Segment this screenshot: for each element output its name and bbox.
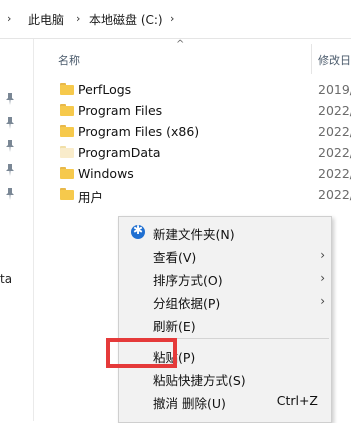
breadcrumb-local-disk[interactable]: 本地磁盘 (C:) [89,11,163,28]
file-name: ProgramData [78,145,161,160]
folder-icon [60,188,74,200]
folder-icon [60,167,74,179]
column-header-name[interactable]: 名称 [58,52,80,68]
menu-item-label: 查看(V) [153,250,197,265]
menu-item-label: 刷新(E) [153,319,196,334]
menu-item-paste-shortcut[interactable]: 粘贴快捷方式(S) [119,366,331,390]
file-row[interactable]: PerfLogs 2019/ [54,79,351,100]
file-row[interactable]: 用户 2022/ [54,184,351,205]
menu-item-sort-by[interactable]: 排序方式(O) › [119,266,331,290]
new-folder-icon: ✱ [131,223,145,239]
menu-item-group-by[interactable]: 分组依据(P) › [119,289,331,313]
sort-up-icon: ^ [176,39,185,50]
chevron-right-icon: › [320,248,325,262]
pin-icon[interactable] [5,93,15,105]
context-menu: ✱ 新建文件夹(N) 查看(V) › 排序方式(O) › 分组依据(P) › 刷… [118,216,332,423]
file-row[interactable]: Windows 2022/ [54,163,351,184]
file-date: 2019/ [318,82,351,97]
file-date: 2022/ [318,124,351,139]
file-date: 2022/ [318,103,351,118]
file-name: PerfLogs [78,82,132,97]
menu-item-label: 撤消 删除(U) [153,396,226,411]
menu-item-refresh[interactable]: 刷新(E) [119,312,331,336]
menu-item-label: 分组依据(P) [153,296,221,311]
column-header-date[interactable]: 修改日 [318,52,351,68]
breadcrumb-separator-icon[interactable]: › [7,12,11,25]
breadcrumb-expand-icon[interactable]: › [170,12,174,25]
menu-item-shortcut: Ctrl+Z [276,393,318,408]
navigation-pane: ta [0,39,34,421]
folder-icon [60,83,74,95]
breadcrumb-this-pc[interactable]: 此电脑 [28,11,64,28]
folder-icon [60,125,74,137]
chevron-right-icon: › [320,271,325,285]
folder-icon [60,146,74,158]
pin-icon[interactable] [5,117,15,129]
file-row[interactable]: Program Files (x86) 2022/ [54,121,351,142]
breadcrumb-separator-icon[interactable]: › [76,12,80,25]
nav-item-label[interactable]: ta [0,272,12,286]
file-date: 2022/ [318,166,351,181]
file-name: Program Files [78,103,163,118]
breadcrumb: › 此电脑 › 本地磁盘 (C:) › [0,0,351,39]
menu-item-label: 排序方式(O) [153,273,223,288]
file-row[interactable]: Program Files 2022/ [54,100,351,121]
file-name: Program Files (x86) [78,124,200,139]
file-row[interactable]: ProgramData 2022/ [54,142,351,163]
pin-icon[interactable] [5,140,15,152]
file-date: 2022/ [318,145,351,160]
folder-icon [60,104,74,116]
highlight-box [106,338,177,368]
file-name: 用户 [78,190,104,205]
pin-icon[interactable] [5,188,15,200]
pin-icon[interactable] [5,164,15,176]
file-date: 2022/ [318,187,351,202]
menu-item-new-folder[interactable]: ✱ 新建文件夹(N) [119,220,331,244]
menu-item-label: 新建文件夹(N) [153,227,235,242]
chevron-right-icon: › [320,294,325,308]
menu-item-label: 粘贴快捷方式(S) [153,373,246,388]
column-divider[interactable] [311,44,312,74]
menu-item-view[interactable]: 查看(V) › [119,243,331,267]
menu-item-undo-delete[interactable]: 撤消 删除(U) Ctrl+Z [119,389,331,413]
file-name: Windows [78,166,134,181]
